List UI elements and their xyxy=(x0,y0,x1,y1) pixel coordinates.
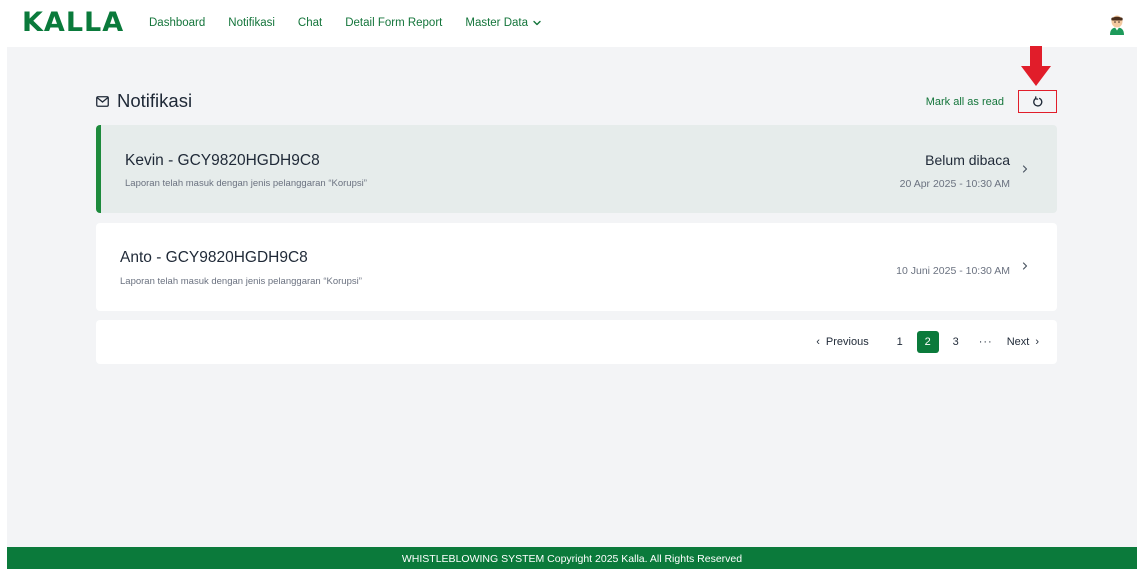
user-avatar-icon[interactable] xyxy=(1107,13,1127,35)
chevron-right-icon xyxy=(1022,262,1028,270)
chevron-down-icon xyxy=(533,20,541,26)
notification-subtitle: Laporan telah masuk dengan jenis pelangg… xyxy=(120,276,362,287)
nav-dashboard[interactable]: Dashboard xyxy=(149,17,205,29)
mark-all-read-link[interactable]: Mark all as read xyxy=(926,96,1004,108)
nav-master-data-label: Master Data xyxy=(465,17,528,29)
nav-master-data[interactable]: Master Data xyxy=(465,17,542,29)
page-title: Notifikasi xyxy=(117,90,193,111)
next-page-button[interactable]: Next › xyxy=(1007,336,1039,348)
nav-detail-form-report[interactable]: Detail Form Report xyxy=(345,17,442,29)
refresh-button[interactable] xyxy=(1018,90,1057,113)
pagination: ‹ Previous 1 2 3 ··· Next › xyxy=(816,331,1039,353)
previous-label: Previous xyxy=(825,336,869,348)
notification-item[interactable]: Kevin - GCY9820HGDH9C8 Laporan telah mas… xyxy=(96,125,1057,213)
notification-subtitle: Laporan telah masuk dengan jenis pelangg… xyxy=(125,178,367,189)
top-navbar: KALLA Dashboard Notifikasi Chat Detail F… xyxy=(0,0,1137,47)
page-2-button[interactable]: 2 xyxy=(916,331,939,353)
notification-item[interactable]: Anto - GCY9820HGDH9C8 Laporan telah masu… xyxy=(96,223,1057,311)
nav-notifikasi[interactable]: Notifikasi xyxy=(228,17,275,29)
chevron-right-icon: › xyxy=(1035,336,1039,348)
chevron-right-icon xyxy=(1022,165,1028,173)
mail-icon xyxy=(96,95,109,107)
unread-indicator-bar xyxy=(96,125,101,213)
chevron-left-icon: ‹ xyxy=(816,336,820,348)
kalla-logo[interactable]: KALLA xyxy=(22,9,124,37)
notification-title: Kevin - GCY9820HGDH9C8 xyxy=(125,152,320,169)
refresh-icon xyxy=(1032,95,1042,107)
footer: WHISTLEBLOWING SYSTEM Copyright 2025 Kal… xyxy=(7,547,1137,569)
notification-title: Anto - GCY9820HGDH9C8 xyxy=(120,249,308,266)
nav-chat[interactable]: Chat xyxy=(298,17,322,29)
pagination-card: ‹ Previous 1 2 3 ··· Next › xyxy=(96,320,1057,364)
main-nav: Dashboard Notifikasi Chat Detail Form Re… xyxy=(149,17,565,29)
page-header: Notifikasi Mark all as read xyxy=(96,88,1057,114)
next-label: Next xyxy=(1006,336,1030,348)
page-1-button[interactable]: 1 xyxy=(889,331,911,353)
notification-time: 10 Juni 2025 - 10:30 AM xyxy=(896,265,1010,277)
header-title-group: Notifikasi xyxy=(96,90,192,112)
page-3-button[interactable]: 3 xyxy=(945,331,967,353)
annotation-arrow-icon xyxy=(1021,46,1051,86)
notification-status: Belum dibaca xyxy=(925,152,1010,168)
notification-time: 20 Apr 2025 - 10:30 AM xyxy=(899,178,1010,190)
pagination-ellipsis: ··· xyxy=(978,336,993,348)
previous-page-button[interactable]: ‹ Previous xyxy=(816,336,868,348)
